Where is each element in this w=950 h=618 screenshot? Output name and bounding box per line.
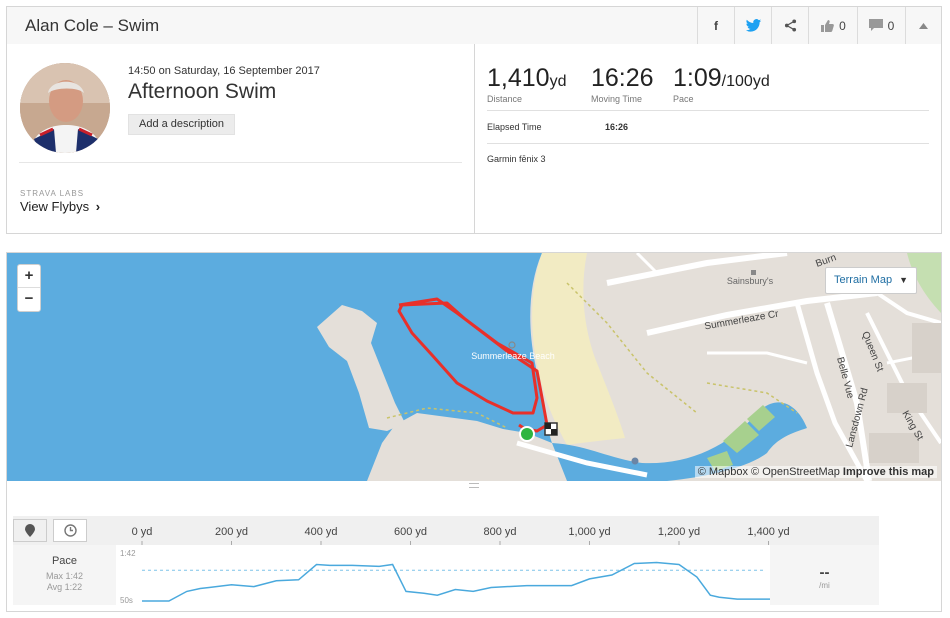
- facebook-icon: f: [714, 18, 718, 33]
- y-axis-max-label: 1:42: [120, 549, 136, 558]
- twitter-share-button[interactable]: [734, 7, 771, 44]
- avatar[interactable]: [20, 63, 110, 153]
- elapsed-time-label: Elapsed Time: [487, 122, 542, 132]
- pace-max: Max 1:42: [45, 571, 84, 581]
- chevron-right-icon: ›: [95, 199, 101, 214]
- map-canvas: Summerleaze Beach Sainsbury's Summerleaz…: [7, 253, 941, 481]
- caret-up-icon: [919, 22, 928, 29]
- pace-summary: Pace Max 1:42 Avg 1:22: [13, 545, 116, 605]
- x-tick-label: 1,400 yd: [747, 526, 789, 538]
- elapsed-time-value: 16:26: [605, 122, 629, 132]
- map-type-label: Terrain Map: [834, 274, 893, 286]
- page-title: Alan Cole – Swim: [25, 15, 160, 35]
- x-tick-label: 0 yd: [132, 526, 153, 538]
- pace-unit: /100yd: [721, 73, 770, 90]
- activity-datetime: 14:50 on Saturday, 16 September 2017: [128, 65, 320, 77]
- current-pace: -- /mi: [770, 545, 879, 605]
- pace-chart: Pace Max 1:42 Avg 1:22 1:42 50s -- /mi: [13, 545, 879, 605]
- x-tick-label: 1,200 yd: [658, 526, 700, 538]
- route-map[interactable]: Summerleaze Beach Sainsbury's Summerleaz…: [7, 253, 941, 481]
- activity-details: 14:50 on Saturday, 16 September 2017 Aft…: [7, 44, 475, 233]
- pace-series-line: [142, 561, 770, 602]
- stat-distance: 1,410yd Distance: [487, 64, 566, 104]
- improve-map-link[interactable]: Improve this map: [843, 466, 934, 478]
- x-tick-label: 200 yd: [215, 526, 248, 538]
- share-button[interactable]: [771, 7, 808, 44]
- zoom-control: + −: [17, 264, 41, 312]
- activity-header: Alan Cole – Swim f 0 0: [6, 6, 942, 45]
- caret-down-icon: ▼: [899, 275, 908, 285]
- divider: [487, 110, 929, 111]
- map-type-dropdown[interactable]: Terrain Map ▼: [825, 267, 917, 294]
- moving-time-label: Moving Time: [591, 94, 643, 104]
- distance-unit: yd: [549, 73, 567, 90]
- pace-avg: Avg 1:22: [46, 582, 83, 592]
- pace-value: 1:09: [673, 64, 722, 92]
- current-pace-value: --: [819, 564, 830, 581]
- collapse-button[interactable]: [905, 7, 941, 44]
- map-label-sainsbury: Sainsbury's: [727, 276, 774, 286]
- comment-count: 0: [887, 18, 895, 33]
- attribution-text[interactable]: © Mapbox © OpenStreetMap: [698, 466, 840, 478]
- distance-value: 1,410: [487, 64, 550, 92]
- y-axis-min-label: 50s: [120, 596, 133, 605]
- facebook-share-button[interactable]: f: [697, 7, 734, 44]
- zoom-out-button[interactable]: −: [18, 288, 40, 311]
- moving-time-value: 16:26: [591, 64, 654, 92]
- pace-label: Pace: [673, 94, 694, 104]
- kudos-button[interactable]: 0: [808, 7, 857, 44]
- strava-labs-label: STRAVA LABS: [20, 189, 85, 198]
- x-tick-label: 800 yd: [483, 526, 516, 538]
- stat-moving-time: 16:26 Moving Time: [591, 64, 654, 104]
- divider: [19, 162, 462, 163]
- x-tick-label: 400 yd: [304, 526, 337, 538]
- comment-button[interactable]: 0: [857, 7, 905, 44]
- zoom-in-button[interactable]: +: [18, 265, 40, 288]
- share-icon: [784, 19, 796, 32]
- map-label-beach: Summerleaze Beach: [471, 351, 555, 361]
- kudos-count: 0: [839, 18, 846, 33]
- pace-plot[interactable]: 1:42 50s: [116, 545, 770, 605]
- device-name: Garmin fēnix 3: [487, 154, 546, 164]
- pace-chart-label: Pace: [51, 555, 78, 567]
- resize-handle[interactable]: [469, 483, 479, 488]
- thumbs-up-icon: [821, 20, 835, 32]
- twitter-icon: [745, 18, 761, 32]
- view-flybys-link[interactable]: View Flybys ›: [20, 199, 100, 214]
- x-tick-label: 1,000 yd: [568, 526, 610, 538]
- map-attribution: © Mapbox © OpenStreetMap Improve this ma…: [694, 466, 937, 478]
- comment-icon: [868, 19, 883, 31]
- distance-label: Distance: [487, 94, 523, 104]
- activity-stats: 1,410yd Distance 16:26 Moving Time 1:09/…: [475, 44, 941, 233]
- activity-summary: 14:50 on Saturday, 16 September 2017 Aft…: [6, 44, 942, 234]
- current-pace-unit: /mi: [819, 581, 830, 590]
- view-flybys-label: View Flybys: [20, 199, 90, 214]
- map-and-chart-panel: Summerleaze Beach Sainsbury's Summerleaz…: [6, 252, 942, 612]
- stat-pace: 1:09/100yd Pace: [673, 64, 770, 104]
- activity-name: Afternoon Swim: [128, 80, 277, 103]
- chart-axis-bar: 0 yd 200 yd 400 yd 600 yd 800 yd 1,000 yd 1,20…: [13, 516, 879, 545]
- x-tick-label: 600 yd: [394, 526, 427, 538]
- divider: [487, 143, 929, 144]
- x-axis: 0 yd 200 yd 400 yd 600 yd 800 yd 1,000 yd 1,20…: [132, 526, 790, 545]
- add-description-button[interactable]: Add a description: [128, 114, 235, 135]
